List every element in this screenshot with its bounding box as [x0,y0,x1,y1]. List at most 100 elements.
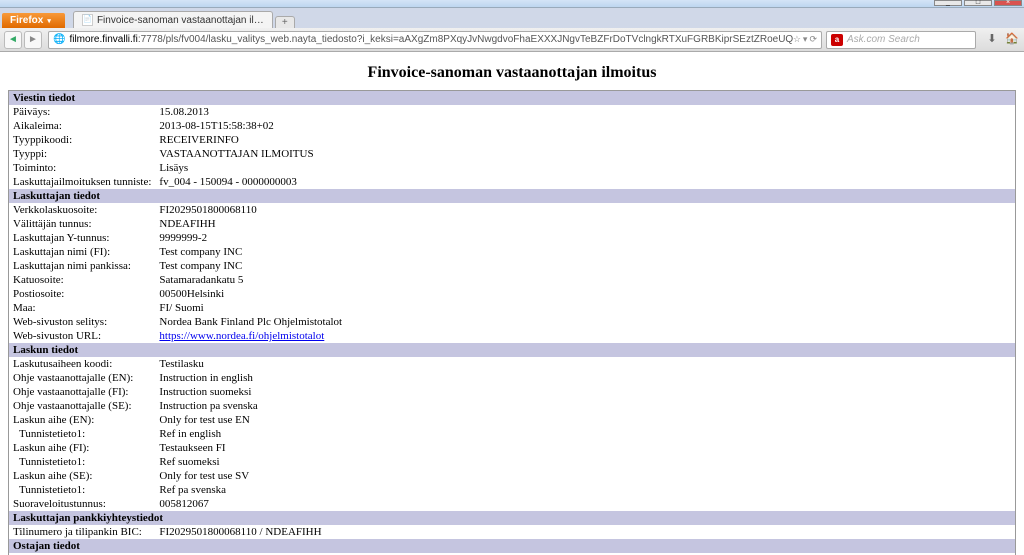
page-content: Finvoice-sanoman vastaanottajan ilmoitus… [0,52,1024,555]
row-value: Testaukseen FI [155,441,1015,455]
table-row: Päiväys:15.08.2013 [9,105,1016,119]
back-button[interactable]: ◄ [4,31,22,49]
globe-icon: 🌐 [53,34,65,45]
section-header: Viestin tiedot [9,91,1016,106]
row-label: Tyyppikoodi: [9,133,156,147]
window-chrome: _ □ × [0,0,1024,8]
row-label: Maa: [9,301,156,315]
table-row: Laskun aihe (SE):Only for test use SV [9,469,1016,483]
window-minimize-button[interactable]: _ [934,0,962,6]
row-value: Instruction in english [155,371,1015,385]
table-row: Laskutusaiheen koodi:Testilasku [9,357,1016,371]
row-value: Instruction suomeksi [155,385,1015,399]
section-header: Laskuttajan pankkiyhteystiedot [9,511,1016,525]
row-label: Laskun aihe (FI): [9,441,156,455]
row-value: Only for test use EN [155,413,1015,427]
table-row: Tyyppi:VASTAANOTTAJAN ILMOITUS [9,147,1016,161]
row-value: fv_004 - 150094 - 0000000003 [155,175,1015,189]
row-label: Laskun aihe (EN): [9,413,156,427]
row-label: Ohje vastaanottajalle (SE): [9,399,156,413]
data-table: Viestin tiedotPäiväys:15.08.2013Aikaleim… [8,90,1016,555]
row-label: Web-sivuston URL: [9,329,156,343]
row-value: VASTAANOTTAJAN ILMOITUS [155,147,1015,161]
row-value: 005812067 [155,497,1015,511]
window-maximize-button[interactable]: □ [964,0,992,6]
row-label: Päiväys: [9,105,156,119]
row-value: 9999999-2 [155,231,1015,245]
external-link[interactable]: https://www.nordea.fi/ohjelmistotalot [159,330,324,342]
url-text: filmore.finvalli.fi:7778/pls/fv004/lasku… [69,34,792,45]
url-right-icons: ☆▾⟳ [793,34,817,45]
tab-title: Finvoice-sanoman vastaanottajan ilmoit..… [97,15,264,26]
row-label: Suoraveloitustunnus: [9,497,156,511]
row-value: Instruction pa svenska [155,399,1015,413]
row-value: Ref pa svenska [155,483,1015,497]
table-row: Tyyppikoodi:RECEIVERINFO [9,133,1016,147]
table-row: Aikaleima:2013-08-15T15:58:38+02 [9,119,1016,133]
table-row: Laskuttajan Y-tunnus:9999999-2 [9,231,1016,245]
url-toolbar: ◄ ► 🌐 filmore.finvalli.fi:7778/pls/fv004… [0,28,1024,52]
window-close-button[interactable]: × [994,0,1022,6]
row-value: Ref suomeksi [155,455,1015,469]
search-input[interactable]: a Ask.com Search [826,31,976,49]
section-header: Laskuttajan tiedot [9,189,1016,203]
table-row: Laskuttajan nimi (FI):Test company INC [9,245,1016,259]
row-label: Verkkolaskuosoite: [9,203,156,217]
row-value: RECEIVERINFO [155,133,1015,147]
window-buttons: _ □ × [932,0,1022,6]
row-value: FI/ Suomi [155,301,1015,315]
row-label: Laskuttajailmoituksen tunniste: [9,175,156,189]
row-value: 15.08.2013 [155,105,1015,119]
row-label: Postiosoite: [9,287,156,301]
search-placeholder: Ask.com Search [847,34,920,45]
reload-icon[interactable]: ⟳ [809,34,817,45]
table-row: Web-sivuston selitys:Nordea Bank Finland… [9,315,1016,329]
firefox-menu-button[interactable]: Firefox [2,13,65,28]
new-tab-button[interactable]: + [275,16,295,28]
table-row: Toiminto:Lisäys [9,161,1016,175]
row-value: Test company INC [155,245,1015,259]
table-row: Välittäjän tunnus:NDEAFIHH [9,217,1016,231]
row-label: Laskutusaiheen koodi: [9,357,156,371]
row-label: Ohje vastaanottajalle (EN): [9,371,156,385]
table-row: Laskun aihe (EN):Only for test use EN [9,413,1016,427]
row-value: Satamaradankatu 5 [155,273,1015,287]
row-label: Tunnistetieto1: [9,427,156,441]
home-icon[interactable]: 🏠 [1004,32,1020,48]
browser-tab[interactable]: 📄 Finvoice-sanoman vastaanottajan ilmoit… [73,11,273,28]
row-label: Laskuttajan nimi (FI): [9,245,156,259]
table-row: Ohje vastaanottajalle (SE):Instruction p… [9,399,1016,413]
page-icon: 📄 [82,14,93,26]
row-value: NDEAFIHH [155,217,1015,231]
table-row: Laskun aihe (FI):Testaukseen FI [9,441,1016,455]
table-row: Katuosoite:Satamaradankatu 5 [9,273,1016,287]
row-label: Tunnistetieto1: [9,455,156,469]
download-icon[interactable]: ⬇ [984,32,1000,48]
table-row: Tilinumero ja tilipankin BIC:FI202950180… [9,525,1016,539]
url-input[interactable]: 🌐 filmore.finvalli.fi:7778/pls/fv004/las… [48,31,822,49]
row-label: Tyyppi: [9,147,156,161]
row-label: Välittäjän tunnus: [9,217,156,231]
row-value: FI2029501800068110 [155,203,1015,217]
row-label: Web-sivuston selitys: [9,315,156,329]
section-header: Laskun tiedot [9,343,1016,357]
row-value: Only for test use SV [155,469,1015,483]
row-label: Laskuttajan Y-tunnus: [9,231,156,245]
row-value[interactable]: https://www.nordea.fi/ohjelmistotalot [155,329,1015,343]
row-value: Lisäys [155,161,1015,175]
forward-button[interactable]: ► [24,31,42,49]
table-row: Tunnistetieto1:Ref pa svenska [9,483,1016,497]
row-value: 2013-08-15T15:58:38+02 [155,119,1015,133]
table-row: Suoraveloitustunnus:005812067 [9,497,1016,511]
section-header: Ostajan tiedot [9,539,1016,553]
row-value: Nordea Bank Finland Plc Ohjelmistotalot [155,315,1015,329]
tab-bar: Firefox 📄 Finvoice-sanoman vastaanottaja… [0,8,1024,28]
table-row: Verkkolaskuosoite:FI2029501800068110 [9,203,1016,217]
row-value: Test company INC [155,259,1015,273]
row-value: Testilasku [155,357,1015,371]
row-value: FI2029501800068110 / NDEAFIHH [155,525,1015,539]
table-row: Ohje vastaanottajalle (FI):Instruction s… [9,385,1016,399]
page-title: Finvoice-sanoman vastaanottajan ilmoitus [8,64,1016,82]
row-label: Katuosoite: [9,273,156,287]
table-row: Laskuttajailmoituksen tunniste:fv_004 - … [9,175,1016,189]
